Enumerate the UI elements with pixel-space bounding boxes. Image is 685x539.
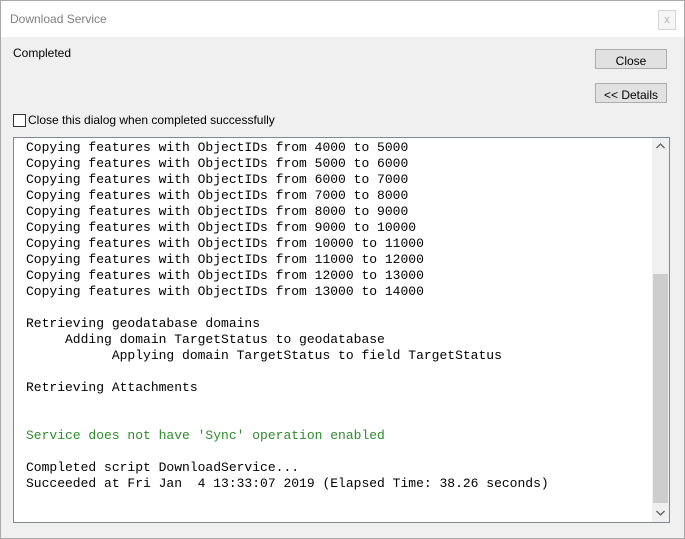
close-icon: x	[664, 14, 670, 26]
log-line: Retrieving Attachments	[26, 380, 198, 395]
details-toggle-button[interactable]: << Details	[595, 83, 667, 103]
vertical-scrollbar[interactable]	[652, 138, 669, 522]
scrollbar-thumb[interactable]	[653, 274, 668, 503]
close-on-success-checkbox[interactable]	[13, 114, 26, 127]
window-close-button[interactable]: x	[658, 10, 676, 30]
log-line: Adding domain TargetStatus to geodatabas…	[26, 332, 385, 347]
scroll-up-arrow-icon[interactable]	[652, 138, 669, 155]
log-line: Copying features with ObjectIDs from 900…	[26, 220, 417, 235]
log-line: Applying domain TargetStatus to field Ta…	[26, 348, 502, 363]
log-line: Completed script DownloadService...	[26, 460, 300, 475]
message-log[interactable]: Copying features with ObjectIDs from 400…	[13, 137, 670, 523]
download-service-dialog: Download Service x Completed Close << De…	[0, 0, 685, 539]
log-line: Copying features with ObjectIDs from 130…	[26, 284, 424, 299]
scroll-down-arrow-icon[interactable]	[652, 505, 669, 522]
close-on-success-label[interactable]: Close this dialog when completed success…	[28, 113, 275, 127]
log-line: Retrieving geodatabase domains	[26, 316, 261, 331]
log-line: Succeeded at Fri Jan 4 13:33:07 2019 (El…	[26, 476, 549, 491]
log-line: Service does not have 'Sync' operation e…	[26, 428, 385, 443]
close-button[interactable]: Close	[595, 49, 667, 69]
log-line: Copying features with ObjectIDs from 110…	[26, 252, 424, 267]
status-text: Completed	[13, 46, 72, 60]
log-line: Copying features with ObjectIDs from 800…	[26, 204, 409, 219]
log-line: Copying features with ObjectIDs from 120…	[26, 268, 424, 283]
log-line: Copying features with ObjectIDs from 400…	[26, 140, 409, 155]
log-line: Copying features with ObjectIDs from 500…	[26, 156, 409, 171]
log-line: Copying features with ObjectIDs from 100…	[26, 236, 424, 251]
log-lines: Copying features with ObjectIDs from 400…	[26, 140, 646, 492]
log-line: Copying features with ObjectIDs from 700…	[26, 188, 409, 203]
log-line: Copying features with ObjectIDs from 600…	[26, 172, 409, 187]
title-bar[interactable]: Download Service x	[1, 1, 684, 37]
window-title: Download Service	[10, 12, 107, 26]
